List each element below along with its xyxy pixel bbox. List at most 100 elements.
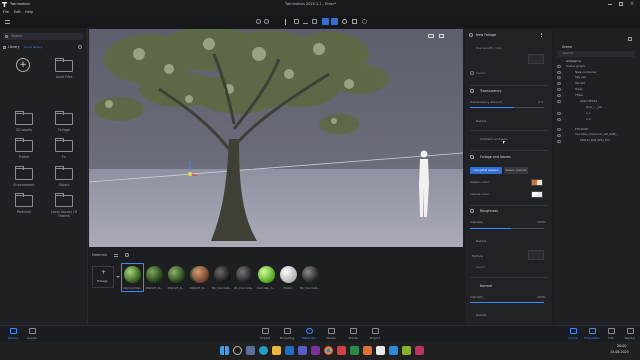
leaves-color-swatch[interactable]: [531, 191, 543, 198]
scene-item-trees[interactable]: Trees: [575, 87, 583, 91]
visibility-eye-icon[interactable]: [557, 118, 561, 121]
menu-edit[interactable]: Edit: [14, 10, 21, 15]
app-icon[interactable]: [350, 346, 359, 355]
folder-tile-foliage[interactable]: Foliage: [49, 111, 79, 133]
edge-icon[interactable]: [259, 346, 268, 355]
library-tab[interactable]: Library: [3, 328, 23, 340]
material-swatch-7[interactable]: [258, 266, 275, 283]
folder-tile-fabrics[interactable]: Local Library Of Fabrics: [49, 193, 79, 218]
menu-icon[interactable]: [5, 20, 10, 24]
add-material-button[interactable]: + Foliage: [92, 266, 114, 288]
assets-tab[interactable]: Assets: [22, 328, 42, 340]
menu-help[interactable]: Help: [25, 10, 33, 15]
material-swatch-9[interactable]: [302, 266, 319, 283]
season-color-swatch[interactable]: [531, 179, 543, 186]
materials-tab[interactable]: Materials: [299, 328, 319, 340]
strip-search-icon[interactable]: [125, 253, 129, 257]
visibility-eye-icon[interactable]: [557, 82, 561, 85]
app-icon[interactable]: [389, 346, 398, 355]
settings-icon[interactable]: [362, 19, 367, 24]
viewport-options-icon[interactable]: [439, 34, 444, 38]
map-slot[interactable]: [528, 54, 544, 64]
use-global-seasons-button[interactable]: Use global seasons: [470, 167, 502, 174]
material-swatch-4[interactable]: [192, 266, 209, 283]
media-tab[interactable]: Media: [321, 328, 341, 340]
scene-item-asd[interactable]: ASD-HET02: [580, 99, 597, 103]
modelling-tab[interactable]: Modelling: [277, 328, 297, 340]
material-swatch-5[interactable]: [214, 266, 231, 283]
maximize-icon[interactable]: [619, 2, 623, 6]
properties-tab[interactable]: Properties: [582, 328, 602, 340]
folder-tile-frame[interactable]: Frame: [9, 138, 39, 160]
folder-tile-3d-assets[interactable]: 3D assets: [9, 111, 39, 133]
folder-tile-environment[interactable]: Environment: [9, 166, 39, 188]
viewport-3d[interactable]: [89, 29, 463, 247]
texture-slot[interactable]: [528, 250, 544, 260]
camera-tool-icon[interactable]: [312, 19, 317, 24]
scene-item-unk[interactable]: Unk_..._Jun: [586, 105, 602, 109]
scene-item-tfiles[interactable]: Tfiles: [575, 93, 583, 97]
add-dropdown-icon[interactable]: [116, 276, 120, 278]
details-toggle-2[interactable]: Details: [476, 240, 486, 243]
visibility-eye-icon[interactable]: [557, 65, 561, 68]
season-override-button[interactable]: Season override: [504, 167, 528, 174]
menu-file[interactable]: File: [3, 10, 9, 15]
teams-icon[interactable]: [298, 346, 307, 355]
visibility-eye-icon[interactable]: [557, 134, 561, 137]
onenote-icon[interactable]: [311, 346, 320, 355]
select-tool-icon[interactable]: [285, 19, 290, 25]
scene-item-sky-set[interactable]: Sky set: [575, 75, 586, 79]
intensity-slider[interactable]: [470, 228, 544, 229]
visibility-eye-icon[interactable]: [557, 71, 561, 74]
scene-item-terrain[interactable]: Terrain: [575, 81, 585, 85]
material-swatch-8[interactable]: [280, 266, 297, 283]
import-tab[interactable]: Import: [255, 328, 275, 340]
viewport-camera-icon[interactable]: [428, 34, 434, 38]
scene-item-new-container[interactable]: New container: [575, 70, 597, 74]
scene-tab[interactable]: Scene: [563, 328, 583, 340]
scene-item-cascades[interactable]: Cascades_component_veh_XWB_...: [575, 133, 619, 136]
invert-toggle[interactable]: [470, 71, 474, 75]
details-toggle[interactable]: Details: [476, 120, 486, 123]
visibility-eye-icon[interactable]: [557, 76, 561, 79]
measure-tool-icon[interactable]: [303, 19, 308, 24]
visibility-eye-icon[interactable]: [557, 94, 561, 97]
scene-item-ambience[interactable]: Ambience: [566, 59, 581, 63]
outlook-icon[interactable]: [285, 346, 294, 355]
panel-dock-icon[interactable]: [628, 37, 632, 41]
library-label[interactable]: Library: [8, 45, 20, 49]
redo-icon[interactable]: [264, 19, 269, 24]
scene-item-rs0123[interactable]: RS0123_RGE_RF04_Fb4: [580, 139, 610, 142]
library-settings-icon[interactable]: [78, 45, 82, 49]
visibility-eye-icon[interactable]: [557, 100, 561, 103]
scene-item-1-1[interactable]: 1.1: [586, 111, 591, 115]
visibility-eye-icon[interactable]: [557, 140, 561, 143]
app-icon[interactable]: [337, 346, 346, 355]
panel-menu-icon[interactable]: [541, 33, 544, 37]
scene-search-box[interactable]: Search: [557, 51, 635, 57]
normal-intensity-slider[interactable]: [470, 302, 544, 303]
human-figure[interactable]: [415, 149, 435, 219]
move-tool-icon[interactable]: [322, 18, 329, 25]
taskbar-search-icon[interactable]: [233, 346, 242, 355]
translucency-slider[interactable]: [470, 107, 544, 108]
filter-icon[interactable]: [114, 254, 118, 257]
normal-intensity-value[interactable]: 100%: [537, 296, 546, 299]
folder-tile-particles[interactable]: Particles: [9, 193, 39, 215]
folder-tile-object[interactable]: Object: [49, 166, 79, 188]
visibility-eye-icon[interactable]: [557, 88, 561, 91]
app-icon[interactable]: [363, 346, 372, 355]
export-tab[interactable]: Export: [365, 328, 385, 340]
scene-item-scene-graph[interactable]: Scene graph: [566, 64, 585, 68]
render-tab[interactable]: Render: [620, 328, 640, 340]
explorer-icon[interactable]: [272, 346, 281, 355]
add-tile[interactable]: +: [9, 58, 39, 80]
library-search-box[interactable]: Search: [3, 33, 83, 40]
paint-tool-icon[interactable]: [294, 19, 299, 24]
scene-item-foliage[interactable]: FOLIAGE: [575, 127, 588, 131]
rotate-tool-icon[interactable]: [342, 19, 347, 24]
scale-tool-icon[interactable]: [352, 19, 357, 24]
transform-tool-icon[interactable]: [331, 18, 338, 25]
tree-model[interactable]: [89, 29, 463, 247]
folder-tile-fx[interactable]: Fx: [49, 138, 79, 160]
